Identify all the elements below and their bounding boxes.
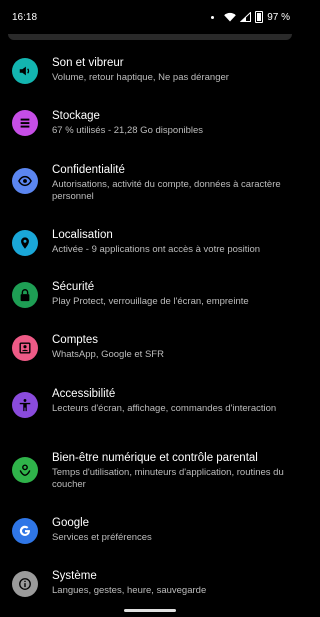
gesture-navigation-bar[interactable] xyxy=(124,609,176,612)
settings-item-sound[interactable]: Son et vibreur Volume, retour haptique, … xyxy=(0,54,300,102)
settings-item-title: Accessibilité xyxy=(52,388,116,400)
accessibility-icon xyxy=(12,392,38,418)
scrolled-content-edge xyxy=(8,34,292,40)
settings-item-title: Comptes xyxy=(52,334,99,346)
settings-item-subtitle: Autorisations, activité du compte, donné… xyxy=(52,179,281,202)
settings-item-subtitle: 67 % utilisés - 21,28 Go disponibles xyxy=(52,125,204,136)
settings-item-title: Google xyxy=(52,517,90,529)
location-icon xyxy=(12,230,38,256)
battery-icon xyxy=(255,11,264,23)
notification-dot-icon xyxy=(211,15,215,19)
settings-item-location[interactable]: Localisation Activée - 9 applications on… xyxy=(0,228,300,276)
account-icon xyxy=(12,335,38,361)
settings-item-subtitle: Lecteurs d'écran, affichage, commandes d… xyxy=(52,403,277,414)
settings-item-title: Localisation xyxy=(52,229,113,241)
settings-item-subtitle: WhatsApp, Google et SFR xyxy=(52,349,164,360)
settings-item-digital-wellbeing[interactable]: Bien-être numérique et contrôle parental… xyxy=(0,451,300,511)
settings-item-subtitle: Langues, gestes, heure, sauvegarde xyxy=(52,585,207,596)
status-time: 16:18 xyxy=(12,11,38,23)
wifi-icon xyxy=(224,12,237,22)
settings-item-subtitle: Activée - 9 applications ont accès à vot… xyxy=(52,244,261,255)
settings-item-subtitle: Volume, retour haptique, Ne pas déranger xyxy=(52,72,229,83)
settings-item-accounts[interactable]: Comptes WhatsApp, Google et SFR xyxy=(0,333,300,381)
battery-percentage: 97 % xyxy=(267,11,290,23)
settings-item-privacy[interactable]: Confidentialité Autorisations, activité … xyxy=(0,162,300,222)
settings-item-subtitle: Temps d'utilisation, minuteurs d'applica… xyxy=(52,467,284,490)
privacy-eye-icon xyxy=(12,168,38,194)
settings-item-subtitle: Services et préférences xyxy=(52,532,152,543)
settings-item-title: Bien-être numérique et contrôle parental xyxy=(52,452,258,464)
settings-item-storage[interactable]: Stockage 67 % utilisés - 21,28 Go dispon… xyxy=(0,108,300,156)
google-icon xyxy=(12,518,38,544)
settings-item-subtitle: Play Protect, verrouillage de l'écran, e… xyxy=(52,296,249,307)
lock-icon xyxy=(12,282,38,308)
cellular-signal-icon xyxy=(240,12,252,22)
settings-item-title: Son et vibreur xyxy=(52,57,124,69)
settings-item-title: Système xyxy=(52,570,97,582)
wellbeing-icon xyxy=(12,457,38,483)
settings-item-title: Sécurité xyxy=(52,281,95,293)
settings-item-title: Stockage xyxy=(52,110,100,122)
settings-item-accessibility[interactable]: Accessibilité Lecteurs d'écran, affichag… xyxy=(0,386,300,446)
status-bar: 16:18 97 % xyxy=(0,0,300,34)
info-icon xyxy=(12,571,38,597)
volume-icon xyxy=(12,58,38,84)
settings-item-security[interactable]: Sécurité Play Protect, verrouillage de l… xyxy=(0,280,300,328)
settings-item-title: Confidentialité xyxy=(52,164,125,176)
storage-icon xyxy=(12,110,38,136)
status-icons: 97 % xyxy=(211,11,290,23)
settings-item-google[interactable]: Google Services et préférences xyxy=(0,516,300,564)
